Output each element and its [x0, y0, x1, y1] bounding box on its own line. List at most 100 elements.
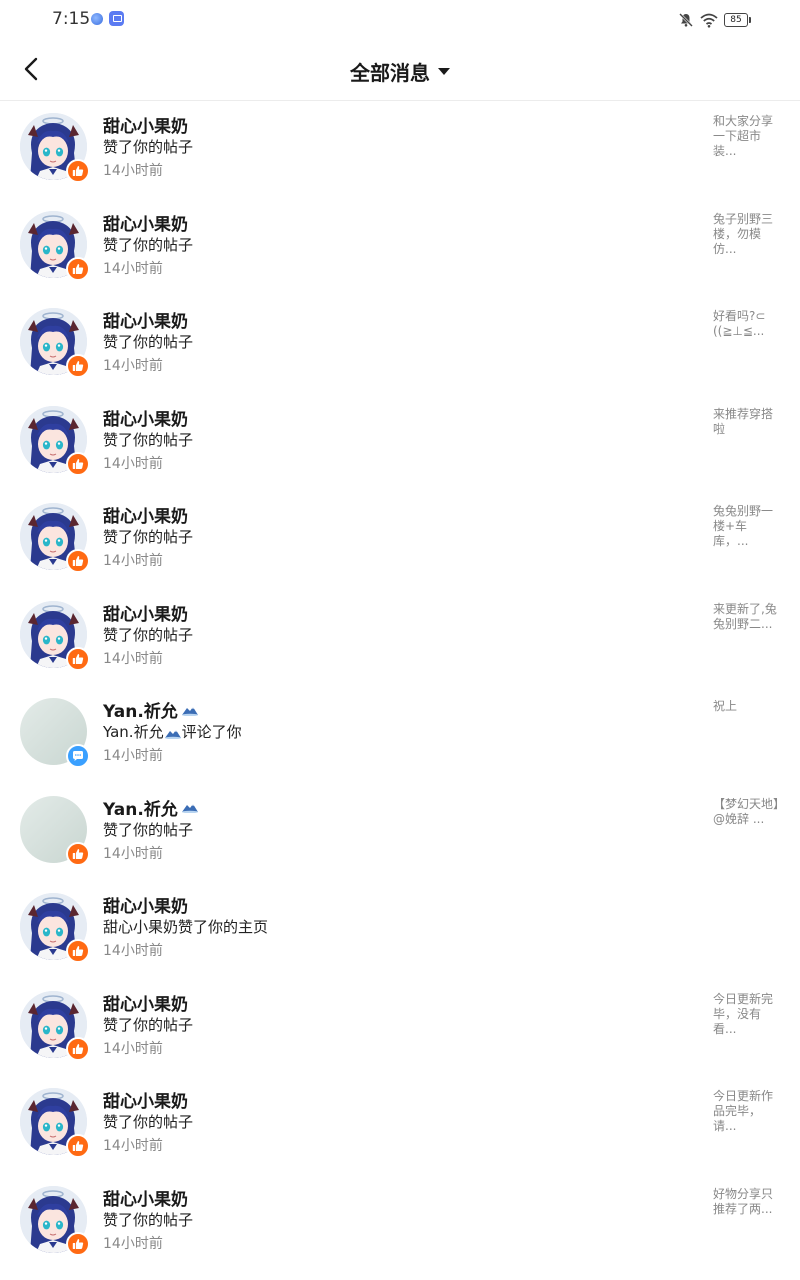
- message-action-text: 甜心小果奶赞了你的主页: [103, 918, 269, 936]
- post-preview[interactable]: 好看吗?⊂((≧⊥≦...: [713, 309, 781, 339]
- message-action: 赞了你的帖子: [103, 234, 193, 255]
- message-time: 14小时前: [103, 943, 163, 959]
- mute-bell-icon: [679, 13, 693, 27]
- message-action-text: 赞了你的帖子: [103, 333, 194, 351]
- sender-name[interactable]: Yan.祈允: [103, 697, 199, 722]
- mountain-cloud-emoji-icon: [164, 729, 181, 739]
- post-preview[interactable]: 来更新了,兔兔别野二...: [713, 602, 781, 632]
- sender-name[interactable]: 甜心小果奶: [103, 990, 188, 1015]
- message-time: 14小时前: [103, 455, 163, 472]
- thumbs-up-icon: [72, 653, 84, 664]
- message-action-text: 赞了你的帖子: [103, 235, 194, 254]
- message-action: 赞了你的帖子: [103, 819, 193, 840]
- post-preview[interactable]: 今日更新作品完毕，请...: [713, 1089, 781, 1134]
- sender-name[interactable]: 甜心小果奶: [103, 307, 188, 332]
- post-preview[interactable]: 【梦幻天地】@娩辞 ...: [713, 797, 781, 827]
- battery-icon: 85: [724, 13, 751, 27]
- message-item[interactable]: 甜心小果奶 赞了你的帖子 14小时前 兔兔别野一楼+车库，...: [0, 490, 800, 588]
- sender-name[interactable]: 甜心小果奶: [103, 1087, 188, 1112]
- like-badge: [66, 1134, 90, 1158]
- comment-bubble-icon: [73, 751, 83, 761]
- like-badge: [66, 939, 90, 963]
- message-time: 14小时前: [103, 260, 163, 277]
- message-action: 赞了你的帖子: [103, 429, 193, 450]
- message-time: 14小时前: [103, 358, 163, 374]
- like-badge: [66, 256, 90, 281]
- status-icons: 85: [678, 10, 751, 30]
- post-preview[interactable]: 来推荐穿搭啦: [713, 407, 781, 437]
- message-action-suffix: 评论了你: [181, 723, 242, 741]
- wifi-icon: [700, 13, 718, 28]
- thumbs-up-icon: [72, 263, 84, 274]
- message-time: 14小时前: [103, 650, 163, 667]
- thumbs-up-icon: [72, 166, 84, 176]
- message-item[interactable]: Yan.祈允 Yan.祈允 评论了你 14小时前 祝上: [0, 685, 800, 783]
- thumbs-up-icon: [72, 1141, 84, 1151]
- sender-name[interactable]: 甜心小果奶: [103, 210, 188, 235]
- post-preview[interactable]: 兔子别野三楼，勿模仿...: [713, 212, 781, 257]
- message-action-text: 赞了你的帖子: [103, 1210, 194, 1229]
- message-time: 14小时前: [103, 163, 163, 179]
- sender-name[interactable]: 甜心小果奶: [103, 1185, 188, 1210]
- post-preview[interactable]: 祝上: [713, 699, 781, 714]
- message-item[interactable]: 甜心小果奶 赞了你的帖子 14小时前 好看吗?⊂((≧⊥≦...: [0, 295, 800, 393]
- message-time: 14小时前: [103, 845, 163, 862]
- post-preview[interactable]: 和大家分享一下超市装...: [713, 114, 781, 159]
- message-item[interactable]: 甜心小果奶 赞了你的帖子 14小时前 好物分享只推荐了两...: [0, 1173, 800, 1271]
- mountain-cloud-emoji-icon: [181, 706, 198, 716]
- post-preview[interactable]: 好物分享只推荐了两...: [713, 1187, 781, 1217]
- message-item[interactable]: 甜心小果奶 赞了你的帖子 14小时前 兔子别野三楼，勿模仿...: [0, 198, 800, 296]
- thumbs-up-icon: [72, 1043, 84, 1054]
- thumbs-up-icon: [72, 556, 84, 566]
- sender-name[interactable]: 甜心小果奶: [103, 502, 188, 527]
- message-time: 14小时前: [103, 748, 163, 764]
- message-item[interactable]: 甜心小果奶 赞了你的帖子 14小时前 来推荐穿搭啦: [0, 393, 800, 491]
- message-item[interactable]: 甜心小果奶 赞了你的帖子 14小时前 和大家分享一下超市装...: [0, 100, 800, 198]
- thumbs-up-icon: [72, 946, 84, 956]
- message-item[interactable]: 甜心小果奶 赞了你的帖子 14小时前 今日更新完毕，没有看...: [0, 978, 800, 1076]
- message-filter-dropdown[interactable]: 全部消息: [350, 57, 450, 86]
- message-action-text: 赞了你的帖子: [103, 528, 194, 546]
- page-title: 全部消息: [350, 61, 430, 85]
- sender-name-text: 甜心小果奶: [103, 1092, 188, 1112]
- sender-name[interactable]: 甜心小果奶: [103, 112, 188, 137]
- message-action: 赞了你的帖子: [103, 624, 193, 645]
- sender-name[interactable]: 甜心小果奶: [103, 600, 188, 625]
- like-badge: [66, 1231, 90, 1256]
- sender-name[interactable]: 甜心小果奶: [103, 892, 188, 917]
- message-action-text: 赞了你的帖子: [103, 1015, 194, 1034]
- message-time: 14小时前: [103, 1138, 163, 1154]
- thumbs-up-icon: [72, 458, 84, 469]
- thumbs-up-icon: [72, 848, 84, 859]
- like-badge: [66, 646, 90, 671]
- message-time: 14小时前: [103, 1040, 163, 1057]
- message-action-text: 赞了你的帖子: [103, 625, 194, 644]
- message-item[interactable]: 甜心小果奶 甜心小果奶赞了你的主页 14小时前: [0, 880, 800, 978]
- thumbs-up-icon: [72, 361, 84, 371]
- sender-name-text: 甜心小果奶: [103, 897, 188, 917]
- message-action: 赞了你的帖子: [103, 1014, 193, 1035]
- message-item[interactable]: Yan.祈允 赞了你的帖子 14小时前 【梦幻天地】@娩辞 ...: [0, 783, 800, 881]
- message-action: 赞了你的帖子: [103, 526, 193, 547]
- sender-name-text: 甜心小果奶: [103, 117, 188, 137]
- sender-name-text: 甜心小果奶: [103, 604, 188, 625]
- like-badge: [66, 159, 90, 183]
- comment-badge: [66, 744, 90, 768]
- message-action: 赞了你的帖子: [103, 136, 193, 157]
- sender-name-text: 甜心小果奶: [103, 214, 188, 235]
- study-app-icon: [109, 11, 124, 26]
- post-preview[interactable]: 兔兔别野一楼+车库，...: [713, 504, 781, 549]
- sender-name[interactable]: Yan.祈允: [103, 795, 199, 820]
- sender-name-text: 甜心小果奶: [103, 994, 188, 1015]
- status-bar: 7:15 85: [0, 0, 800, 40]
- message-item[interactable]: 甜心小果奶 赞了你的帖子 14小时前 今日更新作品完毕，请...: [0, 1075, 800, 1173]
- like-badge: [66, 354, 90, 378]
- post-preview[interactable]: 今日更新完毕，没有看...: [713, 992, 781, 1037]
- message-action: 赞了你的帖子: [103, 331, 193, 352]
- sender-name[interactable]: 甜心小果奶: [103, 405, 188, 430]
- like-badge: [66, 1036, 90, 1061]
- message-action-text: 赞了你的帖子: [103, 138, 194, 156]
- message-action: 赞了你的帖子: [103, 1209, 193, 1230]
- message-item[interactable]: 甜心小果奶 赞了你的帖子 14小时前 来更新了,兔兔别野二...: [0, 588, 800, 686]
- message-time: 14小时前: [103, 553, 163, 569]
